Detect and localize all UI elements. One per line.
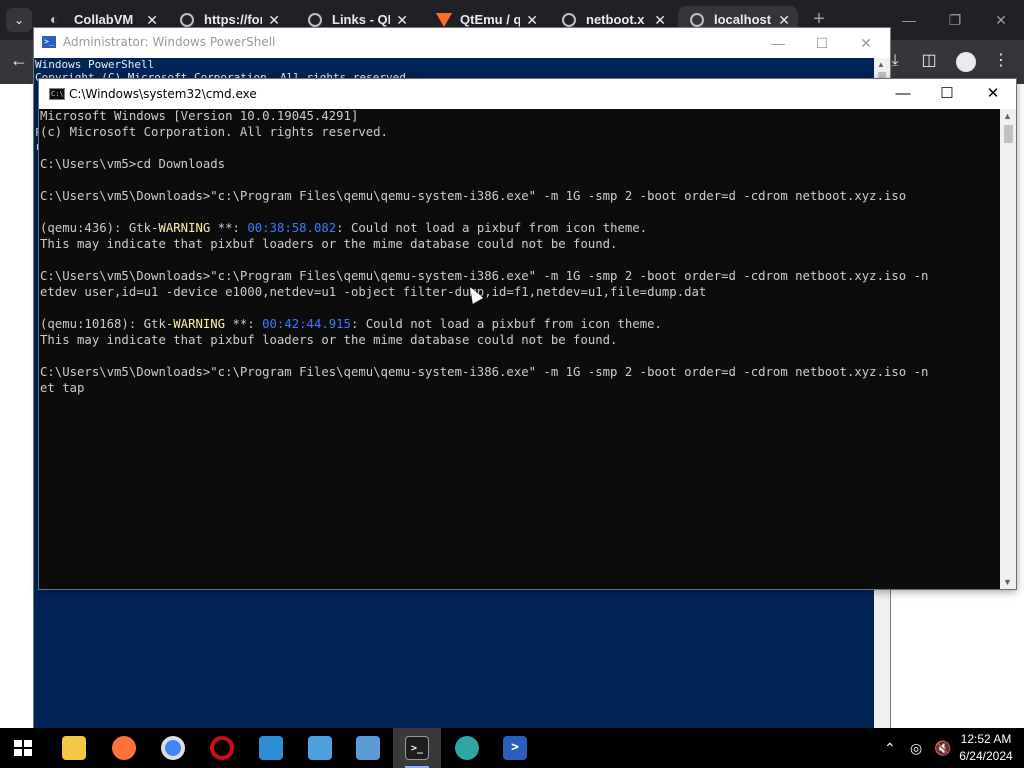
console-input-line: et tap [40,381,85,395]
taskbar-opera[interactable] [198,728,246,768]
powershell-maximize-button[interactable]: ☐ [802,32,842,54]
scroll-thumb[interactable] [1004,125,1013,143]
taskbar-clock[interactable]: 12:52 AM 6/24/2024 [950,731,1022,765]
warning-source: (qemu:10168): Gtk- [40,317,174,331]
back-arrow-icon[interactable]: ← [10,50,28,71]
browser-minimize-button[interactable]: — [894,8,924,32]
warning-timestamp: 00:38:58.082 [247,221,337,235]
scroll-up-icon[interactable]: ▲ [1003,111,1012,121]
edge-icon [455,736,479,760]
console-line: (c) Microsoft Corporation. All rights re… [40,125,388,139]
cmd-title: C:\Windows\system32\cmd.exe [69,87,257,101]
taskbar-file-explorer[interactable] [50,728,98,768]
taskbar-chrome[interactable] [149,728,197,768]
globe-icon [180,13,194,27]
collabvm-icon: ◐ [50,11,59,27]
powershell-icon: > [503,736,527,760]
console-line: C:\Users\vm5\Downloads>"c:\Program Files… [40,189,907,203]
powershell-title: Administrator: Windows PowerShell [63,35,276,49]
warning-source: (qemu:436): Gtk- [40,221,159,235]
gitlab-icon [436,13,452,27]
taskbar-powershell[interactable]: > [491,728,539,768]
console-warning-line: (qemu:436): Gtk-WARNING **: 00:38:58.082… [40,221,647,235]
powershell-titlebar[interactable]: >_ Administrator: Windows PowerShell — ☐… [34,28,890,58]
console-line: etdev user,id=u1 -device e1000,netdev=u1… [40,285,707,299]
speaker-muted-icon[interactable]: 🔇 [934,738,951,758]
folder-icon [62,736,86,760]
app-icon [259,736,283,760]
console-line: C:\Users\vm5>cd Downloads [40,157,226,171]
warning-message: : Could not load a pixbuf from icon them… [336,221,648,235]
globe-icon [690,13,704,27]
taskbar-firefox[interactable] [100,728,148,768]
app-icon [308,736,332,760]
cmd-console[interactable]: Microsoft Windows [Version 10.0.19045.42… [39,109,1000,589]
opera-icon [210,736,234,760]
cmd-titlebar[interactable]: C:\ C:\Windows\system32\cmd.exe — ☐ ✕ [39,79,1016,109]
warning-separator: **: [225,317,263,331]
firefox-icon [112,736,136,760]
warning-separator: **: [210,221,248,235]
cmd-minimize-button[interactable]: — [881,83,925,105]
taskbar-app-7[interactable] [344,728,392,768]
browser-restore-button[interactable]: ❐ [940,8,970,32]
powershell-minimize-button[interactable]: — [758,32,798,54]
console-line: C:\Users\vm5\Downloads>"c:\Program Files… [40,269,929,283]
cmd-scrollbar[interactable]: ▲ ▼ [1000,109,1016,589]
taskbar-app-6[interactable] [296,728,344,768]
network-globe-icon[interactable]: ◎ [910,738,922,758]
warning-timestamp: 00:42:44.915 [262,317,351,331]
scroll-down-icon[interactable]: ▼ [1003,577,1012,587]
taskbar-edge[interactable] [443,728,491,768]
console-line: This may indicate that pixbuf loaders or… [40,333,618,347]
clock-time: 12:52 AM [960,732,1012,746]
side-panel-icon[interactable]: ◫ [918,50,940,72]
console-warning-line: (qemu:10168): Gtk-WARNING **: 00:42:44.9… [40,317,662,331]
taskbar-app-5[interactable] [247,728,295,768]
globe-icon [562,13,576,27]
cmd-icon: C:\ [49,88,65,100]
cmd-maximize-button[interactable]: ☐ [925,83,969,105]
chevron-up-icon[interactable]: ⌃ [884,738,896,758]
powershell-close-button[interactable]: ✕ [846,32,886,54]
warning-label: WARNING [158,221,211,235]
globe-icon [308,13,322,27]
console-line: Windows PowerShell [35,58,155,71]
cmd-close-button[interactable]: ✕ [971,83,1015,105]
warning-label: WARNING [173,317,226,331]
console-line: Microsoft Windows [Version 10.0.19045.42… [40,109,359,123]
chrome-icon [161,736,185,760]
taskbar: >_ > ⌃ ◎ 🔇 12:52 AM 6/24/2024 [0,728,1024,768]
monitor-icon [356,736,380,760]
tab-search-button[interactable]: ⌄ [6,8,32,32]
browser-close-button[interactable]: ✕ [986,8,1016,32]
scroll-up-icon[interactable]: ▲ [877,60,885,69]
taskbar-cmd[interactable]: >_ [393,728,441,768]
cmd-window: C:\ C:\Windows\system32\cmd.exe — ☐ ✕ Mi… [38,78,1017,590]
menu-dots-icon[interactable]: ⋮ [990,50,1012,72]
clock-date: 6/24/2024 [959,749,1013,763]
windows-start-icon[interactable] [14,740,32,756]
warning-message: : Could not load a pixbuf from icon them… [350,317,662,331]
powershell-icon: >_ [42,36,56,48]
console-line: C:\Users\vm5\Downloads>"c:\Program Files… [40,365,929,379]
cmd-icon: >_ [405,736,429,760]
profile-avatar-icon[interactable] [956,52,976,72]
console-line: This may indicate that pixbuf loaders or… [40,237,618,251]
